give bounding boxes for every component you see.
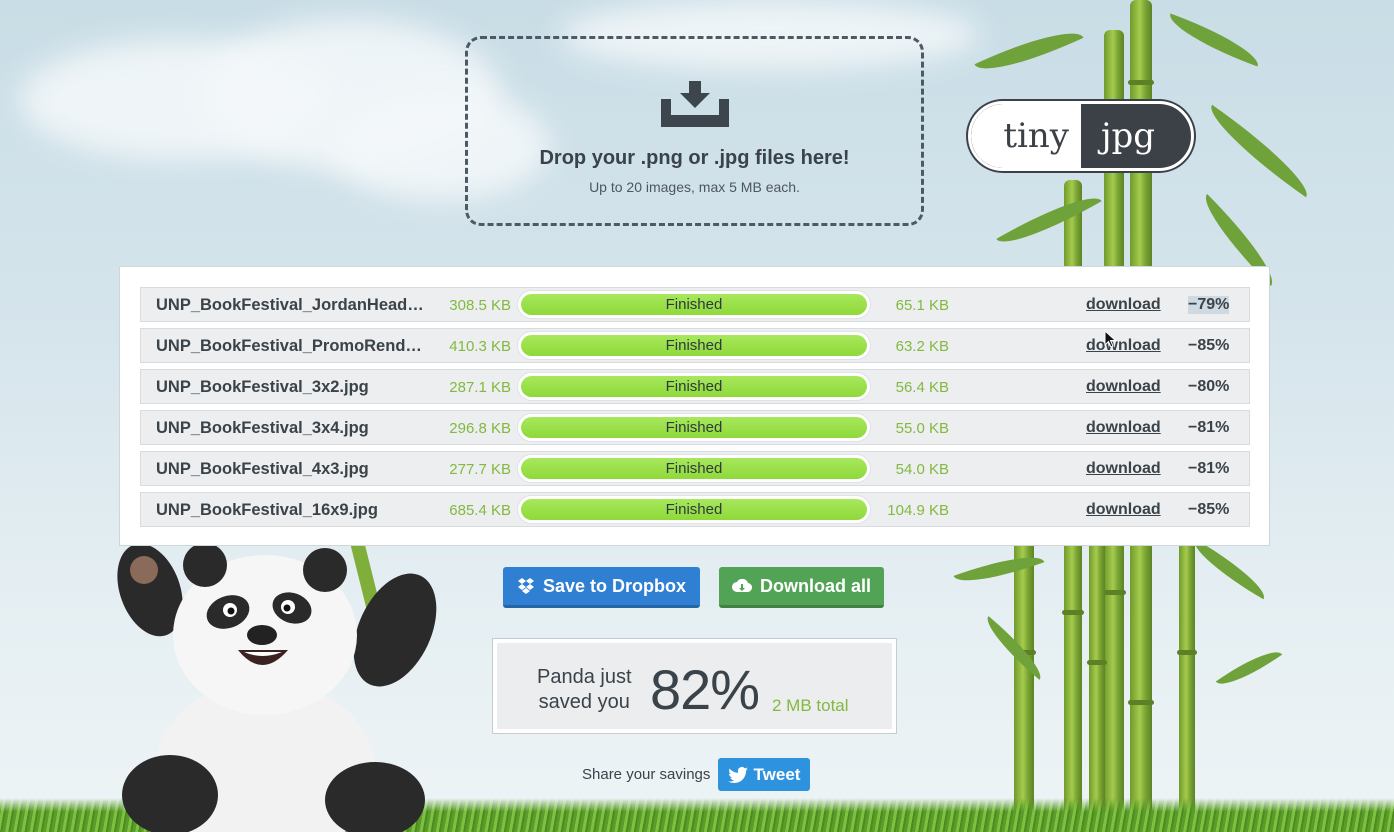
compressed-size: 65.1 KB	[895, 297, 949, 314]
download-all-label: Download all	[759, 575, 871, 596]
file-row: UNP_BookFestival_4x3.jpg 277.7 KB Finish…	[140, 451, 1250, 486]
progress-status: Finished	[665, 419, 723, 436]
savings-percent: −79%	[1188, 296, 1230, 314]
file-row: UNP_BookFestival_16x9.jpg 685.4 KB Finis…	[140, 492, 1250, 527]
original-size: 277.7 KB	[449, 461, 511, 478]
file-row: UNP_BookFestival_3x4.jpg 296.8 KB Finish…	[140, 410, 1250, 445]
file-row: UNP_BookFestival_3x2.jpg 287.1 KB Finish…	[140, 369, 1250, 404]
file-name: UNP_BookFestival_3x2.jpg	[156, 378, 369, 396]
mouse-cursor-icon	[1104, 330, 1117, 348]
savings-summary: Panda just saved you 82% 2 MB total	[492, 638, 897, 734]
progress-status: Finished	[665, 460, 723, 477]
compressed-size: 56.4 KB	[895, 379, 949, 396]
original-size: 296.8 KB	[449, 420, 511, 437]
download-link[interactable]: download	[1086, 460, 1161, 478]
savings-percent: −85%	[1188, 501, 1230, 518]
compressed-size: 104.9 KB	[887, 502, 949, 519]
savings-total-size: 2 MB total	[772, 696, 849, 715]
file-name: UNP_BookFestival_3x4.jpg	[156, 419, 369, 437]
progress-status: Finished	[665, 501, 723, 518]
savings-percent: −81%	[1188, 460, 1230, 477]
progress-bar: Finished	[517, 413, 871, 442]
tweet-button[interactable]: Tweet	[718, 758, 810, 791]
save-to-dropbox-label: Save to Dropbox	[542, 575, 687, 596]
logo-text-tiny: tiny	[971, 104, 1081, 168]
compressed-size: 54.0 KB	[895, 461, 949, 478]
savings-percent: −81%	[1188, 419, 1230, 436]
download-tray-icon	[661, 81, 729, 127]
panda-mascot	[117, 531, 437, 832]
tinyjpg-logo[interactable]: tiny jpg	[968, 101, 1194, 171]
tweet-label: Tweet	[753, 764, 801, 784]
file-row: UNP_BookFestival_PromoRend… 410.3 KB Fin…	[140, 328, 1250, 363]
drop-zone-subtitle: Up to 20 images, max 5 MB each.	[589, 179, 800, 195]
download-link[interactable]: download	[1086, 419, 1161, 437]
dropbox-icon	[517, 578, 534, 594]
compressed-size: 55.0 KB	[895, 420, 949, 437]
share-label: Share your savings	[582, 766, 711, 783]
drop-zone-title: Drop your .png or .jpg files here!	[539, 147, 850, 169]
logo-text-jpg: jpg	[1101, 116, 1156, 156]
progress-bar: Finished	[517, 372, 871, 401]
file-name: UNP_BookFestival_JordanHead…	[156, 296, 424, 314]
download-link[interactable]: download	[1086, 296, 1161, 314]
file-drop-zone[interactable]: Drop your .png or .jpg files here! Up to…	[465, 36, 924, 226]
progress-bar: Finished	[517, 331, 871, 360]
savings-caption-line1: Panda just	[537, 666, 632, 688]
original-size: 308.5 KB	[449, 297, 511, 314]
save-to-dropbox-button[interactable]: Save to Dropbox	[503, 567, 700, 608]
twitter-bird-icon	[727, 766, 748, 783]
original-size: 287.1 KB	[449, 379, 511, 396]
savings-total-percent: 82%	[650, 658, 760, 721]
savings-caption-line2: saved you	[538, 691, 630, 713]
progress-bar: Finished	[517, 495, 871, 524]
progress-status: Finished	[665, 378, 723, 395]
progress-status: Finished	[665, 337, 723, 354]
file-name: UNP_BookFestival_PromoRend…	[156, 337, 422, 355]
original-size: 685.4 KB	[449, 502, 511, 519]
download-link[interactable]: download	[1086, 378, 1161, 396]
compressed-size: 63.2 KB	[895, 338, 949, 355]
original-size: 410.3 KB	[449, 338, 511, 355]
download-all-button[interactable]: Download all	[719, 567, 884, 608]
file-name: UNP_BookFestival_4x3.jpg	[156, 460, 369, 478]
file-row: UNP_BookFestival_JordanHead… 308.5 KB Fi…	[140, 287, 1250, 322]
progress-status: Finished	[665, 296, 723, 313]
savings-percent: −85%	[1188, 337, 1230, 354]
download-link[interactable]: download	[1086, 337, 1161, 355]
results-panel: UNP_BookFestival_JordanHead… 308.5 KB Fi…	[119, 266, 1270, 546]
savings-percent: −80%	[1188, 378, 1230, 395]
cloud-download-icon	[732, 578, 752, 593]
file-name: UNP_BookFestival_16x9.jpg	[156, 501, 378, 519]
progress-bar: Finished	[517, 454, 871, 483]
progress-bar: Finished	[517, 290, 871, 319]
download-link[interactable]: download	[1086, 501, 1161, 519]
savings-caption: Panda just saved you	[537, 665, 632, 715]
